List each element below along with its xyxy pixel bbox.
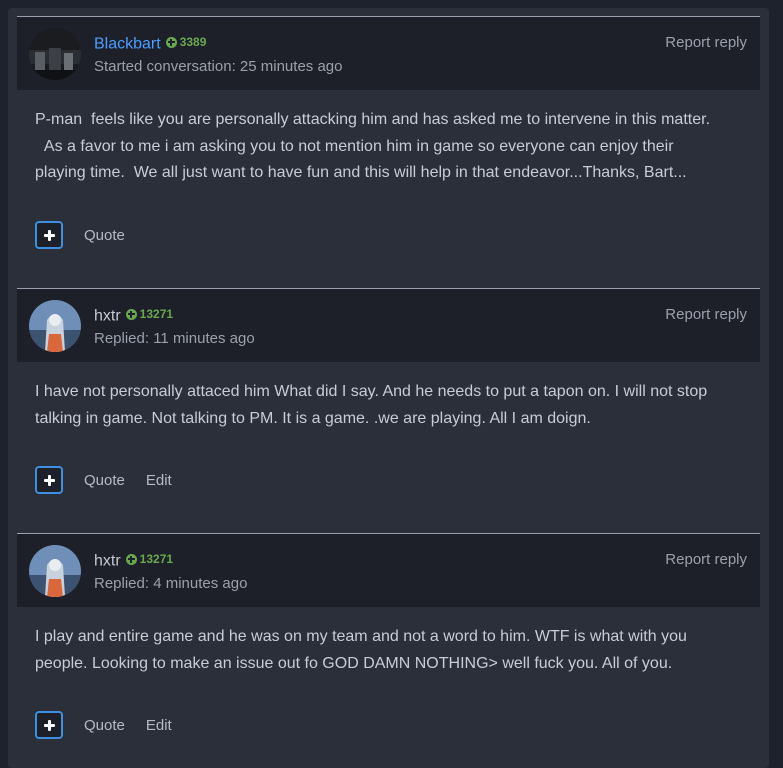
report-reply-link[interactable]: Report reply [665, 306, 747, 324]
reputation-count: 13271 [139, 552, 174, 566]
multiquote-button[interactable] [35, 221, 63, 249]
post-actions: Quote Edit [35, 466, 172, 494]
post-header: hxtr 13271 Replied: 4 minutes ago Report … [17, 533, 760, 607]
avatar[interactable] [29, 545, 81, 597]
edit-button[interactable]: Edit [146, 472, 172, 489]
post-timestamp: Replied: 4 minutes ago [94, 575, 248, 592]
plus-circle-icon [125, 308, 137, 320]
plus-circle-icon [125, 553, 137, 565]
post-actions: Quote Edit [35, 711, 172, 739]
post-actions: Quote [35, 221, 125, 249]
post-timestamp: Replied: 11 minutes ago [94, 330, 255, 347]
reputation-badge: 13271 [125, 549, 174, 569]
reputation-badge: 13271 [125, 304, 174, 324]
post-content: I have not personally attaced him What d… [35, 383, 708, 427]
username-link[interactable]: Blackbart 3389 [94, 32, 206, 55]
plus-circle-icon [165, 36, 177, 48]
quote-button[interactable]: Quote [84, 227, 125, 244]
reputation-count: 3389 [179, 35, 207, 49]
post-timestamp: Started conversation: 25 minutes ago [94, 58, 343, 75]
multiquote-button[interactable] [35, 711, 63, 739]
post: hxtr 13271 Replied: 4 minutes ago Report … [17, 533, 760, 763]
reputation-count: 13271 [139, 307, 174, 321]
quote-button[interactable]: Quote [84, 472, 125, 489]
post-content: I play and entire game and he was on my … [35, 628, 687, 672]
post-header: hxtr 13271 Replied: 11 minutes ago Report… [17, 288, 760, 362]
multiquote-button[interactable] [35, 466, 63, 494]
username-link[interactable]: hxtr 13271 [94, 549, 173, 572]
edit-button[interactable]: Edit [146, 717, 172, 734]
username-link[interactable]: hxtr 13271 [94, 304, 173, 327]
avatar[interactable] [29, 28, 81, 80]
post: hxtr 13271 Replied: 11 minutes ago Report… [17, 288, 760, 524]
post-header: Blackbart 3389 Started conversation: 25 m… [17, 16, 760, 90]
quote-button[interactable]: Quote [84, 717, 125, 734]
post: Blackbart 3389 Started conversation: 25 m… [17, 16, 760, 279]
post-content: P-man feels like you are personally atta… [35, 111, 711, 181]
avatar[interactable] [29, 300, 81, 352]
reputation-badge: 3389 [165, 32, 207, 52]
conversation-container: Blackbart 3389 Started conversation: 25 m… [8, 8, 769, 768]
report-reply-link[interactable]: Report reply [665, 34, 747, 52]
report-reply-link[interactable]: Report reply [665, 551, 747, 569]
